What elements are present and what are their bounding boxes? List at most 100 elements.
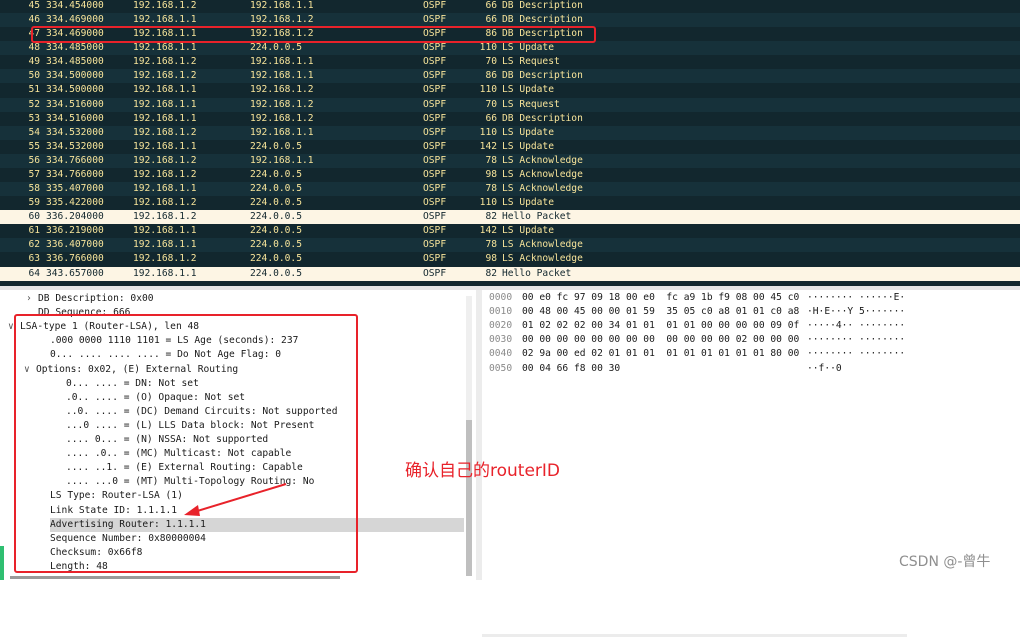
packet-info: Hello Packet	[502, 267, 572, 279]
details-scrollbar-thumb[interactable]	[466, 420, 472, 576]
packet-row-63[interactable]: 63 336.766000 192.168.1.2 224.0.0.5 OSPF 98 LS…	[0, 252, 1020, 267]
packet-dst: 224.0.0.5	[250, 42, 302, 54]
packet-info: LS Update	[502, 197, 554, 209]
hex-offset: 0040	[489, 348, 513, 360]
packet-len: 110	[479, 84, 497, 96]
details-scrollbar[interactable]	[466, 296, 472, 576]
packet-row-59[interactable]: 59 335.422000 192.168.1.2 224.0.0.5 OSPF 110 L…	[0, 196, 1020, 211]
packet-no: 63	[28, 253, 40, 265]
packet-time: 334.469000	[46, 14, 104, 26]
packet-no: 62	[28, 239, 40, 251]
packet-no: 50	[28, 70, 40, 82]
packet-row-46[interactable]: 46 334.469000 192.168.1.1 192.168.1.2 OSPF 66…	[0, 13, 1020, 28]
packet-src: 192.168.1.2	[133, 0, 197, 11]
packet-proto: OSPF	[423, 197, 447, 209]
hex-hex: 00 04 66 f8 00 30	[522, 362, 621, 374]
packet-row-49[interactable]: 49 334.485000 192.168.1.2 192.168.1.1 OSPF 70…	[0, 55, 1020, 70]
packet-row-50[interactable]: 50 334.500000 192.168.1.2 192.168.1.1 OSPF 86…	[0, 69, 1020, 84]
packet-no: 53	[28, 112, 40, 124]
hex-row[interactable]: 0000 00 e0 fc 97 09 18 00 e0 fc a9 1b f9 …	[482, 291, 1012, 305]
packet-len: 66	[485, 0, 497, 11]
packet-dst: 224.0.0.5	[250, 168, 302, 180]
annotation-text: 确认自己的routerID	[405, 461, 561, 481]
packet-proto: OSPF	[423, 140, 447, 152]
packet-dst: 224.0.0.5	[250, 253, 302, 265]
packet-proto: OSPF	[423, 84, 447, 96]
packet-src: 192.168.1.1	[133, 84, 197, 96]
packet-no: 46	[28, 14, 40, 26]
packet-row-56[interactable]: 56 334.766000 192.168.1.2 192.168.1.1 OSPF 78…	[0, 153, 1020, 168]
packet-dst: 192.168.1.1	[250, 70, 314, 82]
packet-row-57[interactable]: 57 334.766000 192.168.1.2 224.0.0.5 OSPF 98 LS…	[0, 167, 1020, 182]
hex-row[interactable]: 0010 00 48 00 45 00 00 01 59 35 05 c0 a8 …	[482, 305, 1012, 319]
packet-dst: 224.0.0.5	[250, 197, 302, 209]
packet-row-62[interactable]: 62 336.407000 192.168.1.1 224.0.0.5 OSPF 78 LS…	[0, 238, 1020, 253]
packet-len: 98	[485, 168, 497, 180]
packet-no: 57	[28, 168, 40, 180]
packet-info: LS Update	[502, 42, 554, 54]
packet-bytes-pane[interactable]: 0000 00 e0 fc 97 09 18 00 e0 fc a9 1b f9 …	[482, 290, 1020, 637]
packet-row-58[interactable]: 58 335.407000 192.168.1.1 224.0.0.5 OSPF 78 LS…	[0, 182, 1020, 197]
packet-row-53[interactable]: 53 334.516000 192.168.1.1 192.168.1.2 OSPF 66…	[0, 111, 1020, 126]
hex-row[interactable]: 0020 01 02 02 02 00 34 01 01 01 01 00 00 …	[482, 319, 1012, 333]
packet-time: 336.407000	[46, 239, 104, 251]
chevron-right-icon[interactable]: ›	[26, 292, 38, 306]
packet-row-54[interactable]: 54 334.532000 192.168.1.2 192.168.1.1 OSPF 11…	[0, 125, 1020, 140]
packet-src: 192.168.1.2	[133, 154, 197, 166]
packet-row-48[interactable]: 48 334.485000 192.168.1.1 224.0.0.5 OSPF 110 L…	[0, 41, 1020, 56]
packet-info: LS Acknowledge	[502, 154, 583, 166]
packet-dst: 192.168.1.2	[250, 112, 314, 124]
hex-row[interactable]: 0030 00 00 00 00 00 00 00 00 00 00 00 00 …	[482, 333, 1012, 347]
hex-row[interactable]: 0050 00 04 66 f8 00 30 ··f··0	[482, 362, 1012, 376]
packet-info: LS Acknowledge	[502, 253, 583, 265]
packet-row-45[interactable]: 45 334.454000 192.168.1.2 192.168.1.1 OSPF 66…	[0, 0, 1020, 13]
packet-src: 192.168.1.2	[133, 197, 197, 209]
packet-src: 192.168.1.2	[133, 70, 197, 82]
hex-offset: 0000	[489, 292, 513, 303]
details-horizontal-scrollbar[interactable]	[10, 576, 340, 579]
packet-no: 45	[28, 0, 40, 11]
annotation-arrow-icon	[184, 483, 287, 516]
packet-row-64[interactable]: 64 343.657000 192.168.1.1 224.0.0.5 OSPF 82 He…	[0, 266, 1020, 281]
packet-dst: 224.0.0.5	[250, 267, 302, 279]
packet-proto: OSPF	[423, 267, 447, 279]
packet-proto: OSPF	[423, 253, 447, 265]
packet-no: 48	[28, 42, 40, 54]
packet-len: 110	[479, 42, 497, 54]
packet-time: 336.766000	[46, 253, 104, 265]
packet-proto: OSPF	[423, 211, 447, 223]
packet-src: 192.168.1.2	[133, 56, 197, 68]
packet-info: DB Description	[502, 0, 583, 11]
packet-src: 192.168.1.1	[133, 267, 197, 279]
packet-time: 334.766000	[46, 154, 104, 166]
packet-row-52[interactable]: 52 334.516000 192.168.1.1 192.168.1.2 OSPF 70…	[0, 97, 1020, 112]
hex-row[interactable]: 0040 02 9a 00 ed 02 01 01 01 01 01 01 01 …	[482, 347, 1012, 361]
hex-ascii: ········ ········	[807, 348, 906, 360]
packet-src: 192.168.1.1	[133, 183, 197, 195]
packet-row-60[interactable]: 60 336.204000 192.168.1.2 224.0.0.5 OSPF 82 He…	[0, 210, 1020, 225]
packet-row-61[interactable]: 61 336.219000 192.168.1.1 224.0.0.5 OSPF 142 L…	[0, 224, 1020, 239]
packet-time: 334.500000	[46, 84, 104, 96]
packet-row-55[interactable]: 55 334.532000 192.168.1.1 224.0.0.5 OSPF 142 L…	[0, 139, 1020, 154]
packet-len: 78	[485, 183, 497, 195]
details-line[interactable]: › DB Description: 0x00	[26, 292, 154, 306]
packet-time: 336.219000	[46, 225, 104, 237]
hex-hex: 01 02 02 02 00 34 01 01 01 01 00 00 00 0…	[522, 320, 800, 332]
packet-time: 334.485000	[46, 56, 104, 68]
packet-proto: OSPF	[423, 225, 447, 237]
packet-len: 66	[485, 14, 497, 26]
packet-time: 334.516000	[46, 112, 104, 124]
packet-time: 343.657000	[46, 267, 104, 279]
packet-time: 335.407000	[46, 183, 104, 195]
hex-offset: 0030	[489, 334, 513, 346]
highlight-box-packet-47	[31, 26, 596, 43]
packet-src: 192.168.1.2	[133, 211, 197, 223]
packet-time: 335.422000	[46, 197, 104, 209]
packet-time: 334.532000	[46, 140, 104, 152]
packet-dst: 192.168.1.1	[250, 0, 314, 11]
packet-row-51[interactable]: 51 334.500000 192.168.1.1 192.168.1.2 OSPF 11…	[0, 83, 1020, 98]
packet-no: 61	[28, 225, 40, 237]
hex-hex: 00 48 00 45 00 00 01 59 35 05 c0 a8 01 0…	[522, 306, 800, 318]
packet-len: 110	[479, 126, 497, 138]
packet-no: 51	[28, 84, 40, 96]
